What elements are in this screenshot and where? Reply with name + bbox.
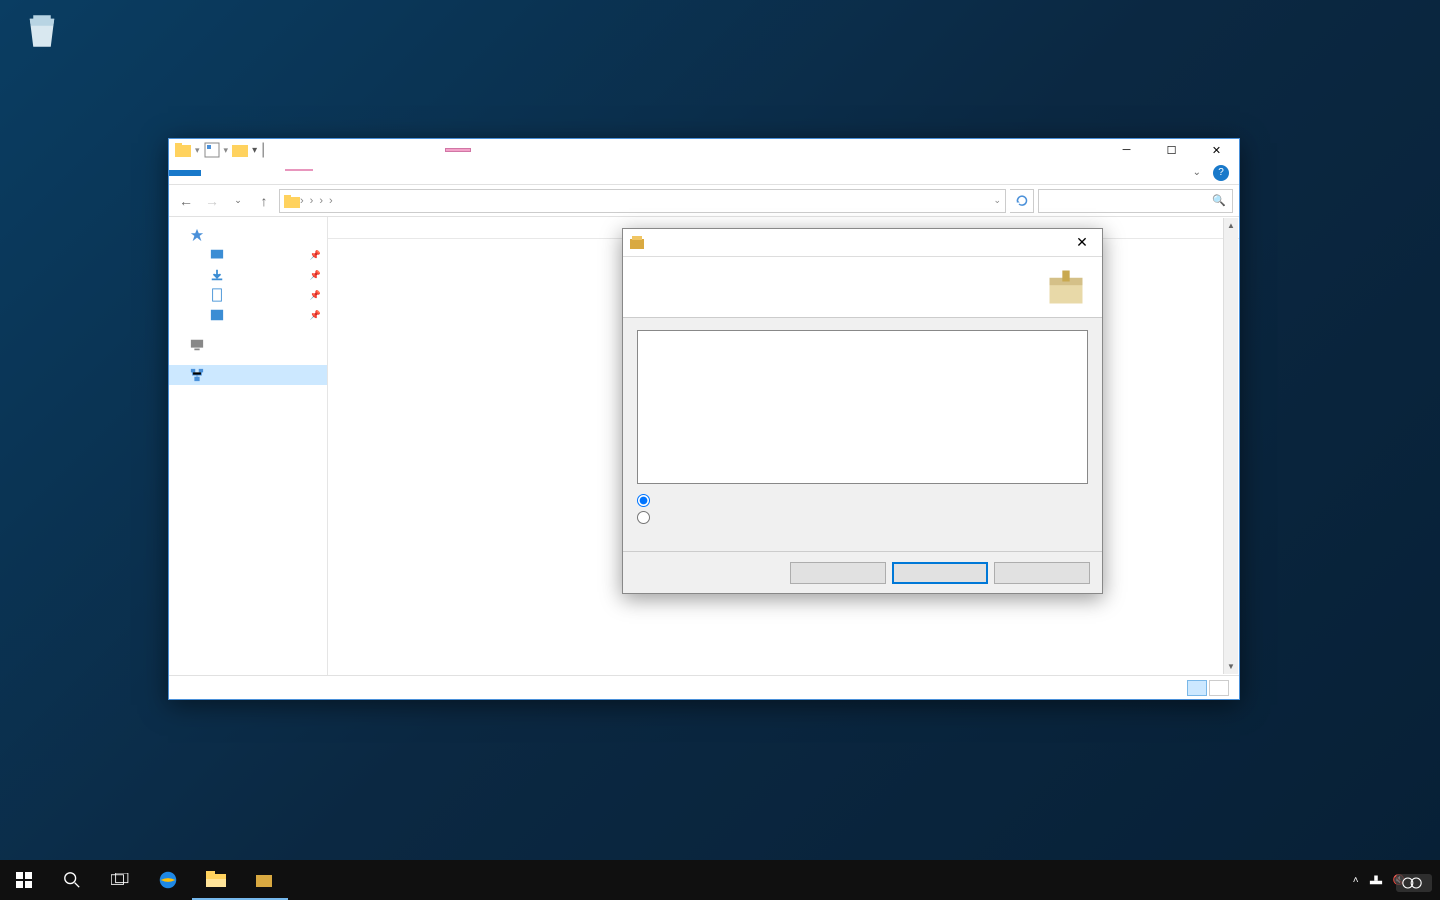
sidebar-pictures[interactable]: 📌 xyxy=(169,305,327,325)
folder-qat-icon xyxy=(175,142,191,158)
installer-close-button[interactable]: ✕ xyxy=(1068,234,1096,251)
recent-dropdown[interactable]: ⌄ xyxy=(227,190,249,212)
statusbar xyxy=(169,675,1239,699)
logo-badge xyxy=(1396,874,1432,892)
ie-button[interactable] xyxy=(144,860,192,900)
tab-view[interactable] xyxy=(257,170,285,176)
radio-decline[interactable] xyxy=(637,511,1088,524)
view-details-button[interactable] xyxy=(1187,680,1207,696)
help-icon[interactable]: ? xyxy=(1213,165,1229,181)
forward-button[interactable]: → xyxy=(201,190,223,212)
address-bar[interactable]: › › › › ⌄ xyxy=(279,189,1006,213)
new-folder-qat-icon[interactable] xyxy=(232,142,248,158)
installer-titlebar[interactable]: ✕ xyxy=(623,229,1102,257)
sidebar-this-pc[interactable] xyxy=(169,335,327,355)
radio-accept[interactable] xyxy=(637,494,1088,507)
sidebar-downloads[interactable]: 📌 xyxy=(169,265,327,285)
installer-taskbar-button[interactable] xyxy=(240,860,288,900)
tab-manage[interactable] xyxy=(285,169,313,177)
installer-dialog: ✕ xyxy=(622,228,1103,594)
tab-share[interactable] xyxy=(229,170,257,176)
col-name[interactable] xyxy=(328,217,578,238)
tab-home[interactable] xyxy=(201,170,229,176)
sidebar: 📌 📌 📌 📌 xyxy=(169,217,328,675)
msi-icon xyxy=(629,235,645,251)
contextual-tab-header xyxy=(445,148,471,152)
search-icon: 🔍 xyxy=(1212,194,1226,207)
ribbon-expand-icon[interactable]: ⌄ xyxy=(1193,167,1201,178)
view-icons-button[interactable] xyxy=(1209,680,1229,696)
refresh-button[interactable] xyxy=(1010,189,1034,213)
search-button[interactable] xyxy=(48,860,96,900)
maximize-button[interactable]: ☐ xyxy=(1149,139,1194,161)
sidebar-documents[interactable]: 📌 xyxy=(169,285,327,305)
back-button[interactable]: ← xyxy=(175,190,197,212)
tray-up-icon[interactable]: ˄ xyxy=(1348,875,1364,886)
taskbar: ˄ 🔇 xyxy=(0,860,1440,900)
ribbon-tabs: ⌄ ? xyxy=(169,161,1239,185)
minimize-button[interactable]: ─ xyxy=(1104,139,1149,161)
sidebar-network[interactable] xyxy=(169,365,327,385)
close-button[interactable]: ✕ xyxy=(1194,139,1239,161)
next-button[interactable] xyxy=(892,562,988,584)
back-button[interactable] xyxy=(790,562,886,584)
sidebar-desktop[interactable]: 📌 xyxy=(169,245,327,265)
recycle-bin[interactable] xyxy=(12,10,72,58)
tab-file[interactable] xyxy=(169,170,201,176)
search-input[interactable]: 🔍 xyxy=(1038,189,1233,213)
explorer-titlebar[interactable]: ▾ ▾ ▾ | ─ ☐ ✕ xyxy=(169,139,1239,161)
cancel-button[interactable] xyxy=(994,562,1090,584)
sidebar-quick-access[interactable] xyxy=(169,225,327,245)
installer-box-icon xyxy=(1044,265,1088,309)
up-button[interactable]: ↑ xyxy=(253,190,275,212)
properties-qat-icon[interactable] xyxy=(204,142,220,158)
scrollbar[interactable]: ▲ ▼ xyxy=(1223,218,1238,674)
folder-icon xyxy=(284,193,300,209)
tray-network-icon[interactable] xyxy=(1364,872,1388,889)
explorer-taskbar-button[interactable] xyxy=(192,860,240,900)
task-view-button[interactable] xyxy=(96,860,144,900)
license-textbox[interactable] xyxy=(637,330,1088,484)
start-button[interactable] xyxy=(0,860,48,900)
